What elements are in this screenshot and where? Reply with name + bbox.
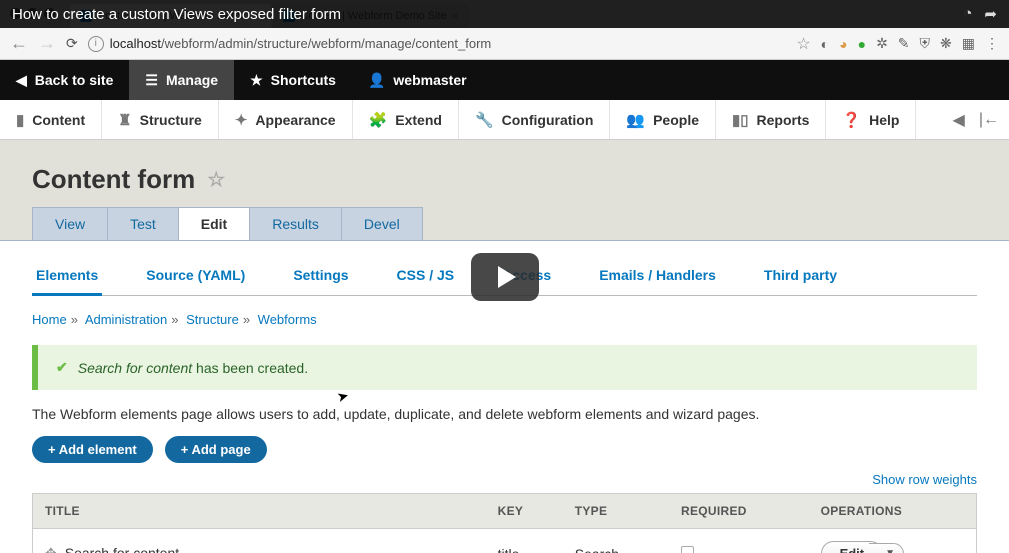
col-operations: OPERATIONS <box>809 494 977 529</box>
user-icon: 👤 <box>368 72 385 89</box>
elements-table: TITLE KEY TYPE REQUIRED OPERATIONS ✥ Sear… <box>32 493 977 553</box>
status-message: ✔ Search for content has been created. <box>32 345 977 390</box>
url-field[interactable]: i localhost/webform/admin/structure/webf… <box>88 36 787 52</box>
ext-icon[interactable]: ✎ <box>898 35 910 52</box>
label: Manage <box>166 72 218 88</box>
drupal-admin-toolbar: ◀ Back to site ☰ Manage ★ Shortcuts 👤 webmas… <box>0 60 1009 100</box>
show-row-weights-link[interactable]: Show row weights <box>872 472 977 487</box>
primary-tabs: View Test Edit Results Devel <box>0 207 1009 240</box>
status-text: has been created. <box>192 360 308 376</box>
browser-url-bar: ← → ⟳ i localhost/webform/admin/structur… <box>0 28 1009 60</box>
video-title-overlay: How to create a custom Views exposed fil… <box>0 0 1009 28</box>
col-required: REQUIRED <box>669 494 809 529</box>
back-icon[interactable]: ← <box>10 33 28 54</box>
help-icon: ❓ <box>842 111 861 129</box>
tab-devel[interactable]: Devel <box>341 207 423 240</box>
menu-reports[interactable]: ▮▯Reports <box>716 100 826 139</box>
check-icon: ✔ <box>56 359 68 376</box>
manage-button[interactable]: ☰ Manage <box>129 60 234 100</box>
content-region: Content form ☆ View Test Edit Results De… <box>0 140 1009 553</box>
menu-people[interactable]: 👥People <box>610 100 716 139</box>
menu-content[interactable]: ▮Content <box>0 100 102 139</box>
ext-icon[interactable]: ⛨ <box>920 35 931 52</box>
star-icon[interactable]: ☆ <box>796 34 810 54</box>
subtab-elements[interactable]: Elements <box>32 259 102 296</box>
breadcrumb-link[interactable]: Home <box>32 312 67 327</box>
subtab-source[interactable]: Source (YAML) <box>142 259 249 296</box>
url-path: /webform/admin/structure/webform/manage/… <box>161 36 491 51</box>
menu-structure[interactable]: ♜Structure <box>102 100 219 139</box>
breadcrumb-link[interactable]: Structure <box>186 312 239 327</box>
watch-later-icon[interactable]: ◔ <box>963 5 972 23</box>
chart-icon: ▮▯ <box>732 111 749 129</box>
page-title: Content form ☆ <box>0 140 1009 207</box>
col-key: KEY <box>486 494 563 529</box>
video-play-button[interactable] <box>471 253 539 301</box>
ext-icon[interactable]: ▦ <box>962 35 975 52</box>
tab-view[interactable]: View <box>32 207 108 240</box>
menu-icon[interactable]: ⋮ <box>985 35 999 52</box>
row-key: title <box>486 529 563 553</box>
tab-edit[interactable]: Edit <box>178 207 250 240</box>
subtab-css-js[interactable]: CSS / JS <box>393 259 459 296</box>
ext-icon[interactable]: ● <box>858 36 866 52</box>
back-to-site-button[interactable]: ◀ Back to site <box>0 60 129 100</box>
user-button[interactable]: 👤 webmaster <box>352 60 483 100</box>
menu-help[interactable]: ❓Help <box>826 100 916 139</box>
tab-results[interactable]: Results <box>249 207 342 240</box>
shortcut-star-icon[interactable]: ☆ <box>207 167 225 192</box>
tab-test[interactable]: Test <box>107 207 179 240</box>
drag-handle-icon[interactable]: ✥ <box>45 545 57 553</box>
share-icon[interactable]: ➦ <box>984 5 997 23</box>
col-type: TYPE <box>563 494 669 529</box>
shortcuts-button[interactable]: ★ Shortcuts <box>234 60 352 100</box>
people-icon: 👥 <box>626 111 645 129</box>
subtab-emails[interactable]: Emails / Handlers <box>595 259 720 296</box>
file-icon: ▮ <box>16 111 24 129</box>
breadcrumb: Home» Administration» Structure» Webform… <box>32 312 977 327</box>
subtab-settings[interactable]: Settings <box>289 259 352 296</box>
table-row: ✥Search for content title Search Edit▼ <box>33 529 977 553</box>
status-subject: Search for content <box>78 360 192 376</box>
back-arrow-icon: ◀ <box>16 72 27 89</box>
hamburger-icon: ☰ <box>145 72 158 89</box>
wrench-icon: 🔧 <box>475 111 494 129</box>
wand-icon: ✦ <box>235 111 248 129</box>
orientation-icon[interactable]: |← <box>979 111 999 129</box>
menu-appearance[interactable]: ✦Appearance <box>219 100 353 139</box>
site-info-icon[interactable]: i <box>88 36 104 52</box>
forward-icon: → <box>38 33 56 54</box>
star-icon: ★ <box>250 72 263 89</box>
dropdown-toggle[interactable]: ▼ <box>869 543 904 553</box>
menu-configuration[interactable]: 🔧Configuration <box>459 100 610 139</box>
play-icon <box>498 266 516 288</box>
chevron-left-icon[interactable]: ◀ <box>953 110 965 130</box>
video-title: How to create a custom Views exposed fil… <box>12 6 341 23</box>
row-type: Search <box>563 529 669 553</box>
extension-icons: ◐ ◕ ● ✲ ✎ ⛨ ❋ ▦ ⋮ <box>821 35 999 52</box>
gear-icon[interactable]: ✲ <box>876 35 888 52</box>
page-description: The Webform elements page allows users t… <box>32 406 977 422</box>
label: Back to site <box>35 72 114 88</box>
structure-icon: ♜ <box>118 111 131 129</box>
add-page-button[interactable]: + Add page <box>165 436 267 463</box>
breadcrumb-link[interactable]: Administration <box>85 312 167 327</box>
add-element-button[interactable]: + Add element <box>32 436 153 463</box>
ext-icon[interactable]: ◕ <box>839 36 847 52</box>
row-title: Search for content <box>65 545 179 553</box>
puzzle-icon: 🧩 <box>369 111 388 129</box>
ext-icon[interactable]: ❋ <box>940 35 952 52</box>
label: webmaster <box>393 72 466 88</box>
subtab-thirdparty[interactable]: Third party <box>760 259 841 296</box>
reload-icon[interactable]: ⟳ <box>66 35 78 52</box>
breadcrumb-link[interactable]: Webforms <box>258 312 317 327</box>
url-host: localhost <box>110 36 161 51</box>
label: Shortcuts <box>271 72 336 88</box>
menu-extend[interactable]: 🧩Extend <box>353 100 459 139</box>
ext-icon[interactable]: ◐ <box>821 36 829 52</box>
required-checkbox[interactable] <box>681 546 694 553</box>
col-title: TITLE <box>33 494 486 529</box>
drupal-admin-menu: ▮Content ♜Structure ✦Appearance 🧩Extend … <box>0 100 1009 140</box>
